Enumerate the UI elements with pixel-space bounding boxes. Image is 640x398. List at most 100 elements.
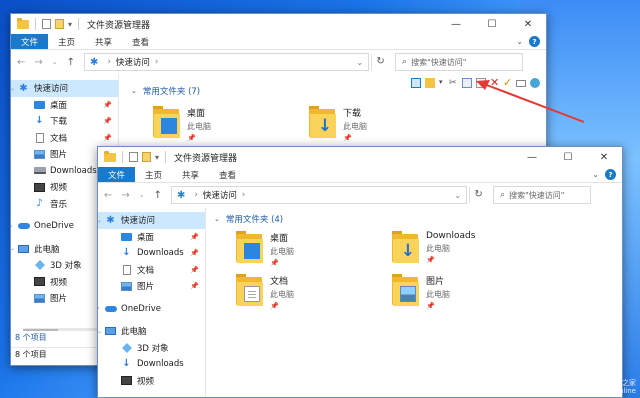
sidebar-item-desktop[interactable]: 桌面 📌 <box>11 97 118 114</box>
pc-icon <box>104 326 117 336</box>
address-bar-row: ← → ⌄ ↑ ✱ › 快速访问 › ⌄ ↻ ⌕ 搜索"快速访问" <box>98 183 622 207</box>
group-header[interactable]: ⌄ 常用文件夹 (4) <box>214 212 622 226</box>
chevron-down-icon[interactable]: ▾ <box>439 78 445 88</box>
chevron-down-icon[interactable]: ▾ <box>68 20 72 29</box>
folder-location: 此电脑 <box>187 122 211 131</box>
minimize-button[interactable]: — <box>514 147 550 167</box>
sidebar-item-desktop[interactable]: 桌面 📌 <box>98 229 205 246</box>
pin-icon[interactable]: 📌 <box>103 134 112 142</box>
tab-view[interactable]: 查看 <box>122 34 159 49</box>
paste-icon[interactable] <box>476 78 486 88</box>
pin-icon[interactable]: 📌 <box>190 249 199 257</box>
layout-icon[interactable] <box>411 78 421 88</box>
sidebar-item-downloads[interactable]: ↓ 下载 📌 <box>11 113 118 130</box>
expand-icon[interactable]: ⌄ <box>98 217 102 224</box>
folder-icon: ↓ <box>309 104 337 140</box>
expand-icon[interactable]: › <box>98 305 99 312</box>
new-folder-icon[interactable] <box>142 152 151 162</box>
forward-arrow-icon[interactable]: → <box>121 190 129 201</box>
forward-arrow-icon[interactable]: → <box>34 57 42 68</box>
maximize-button[interactable]: ☐ <box>550 147 586 167</box>
address-box[interactable]: ✱ › 快速访问 › ⌄ <box>84 53 370 71</box>
sidebar-item-3d-objects[interactable]: 3D 对象 <box>98 340 205 357</box>
maximize-button[interactable]: ☐ <box>474 14 510 34</box>
sidebar-item-label: 视频 <box>50 183 68 194</box>
sidebar-item-label: OneDrive <box>121 303 161 314</box>
pin-icon[interactable]: 📌 <box>190 233 199 241</box>
up-arrow-icon[interactable]: ↑ <box>154 190 162 201</box>
mail-icon[interactable] <box>516 79 526 87</box>
help-icon[interactable]: ? <box>605 169 616 180</box>
cloud-icon <box>104 304 117 314</box>
tab-share[interactable]: 共享 <box>172 167 209 182</box>
delete-icon[interactable]: ✕ <box>490 77 499 88</box>
back-arrow-icon[interactable]: ← <box>104 190 112 201</box>
chevron-down-icon[interactable]: ⌄ <box>139 191 145 199</box>
new-folder-icon[interactable] <box>55 19 64 29</box>
tab-file[interactable]: 文件 <box>98 167 136 182</box>
explorer-window-front: ▾ 文件资源管理器 — ☐ ✕ 文件 主页 共享 查看 ⌄ ? ← → ⌄ ↑ … <box>97 146 623 398</box>
folder-icon: ↓ <box>392 229 420 265</box>
sidebar-item-this-pc[interactable]: ⌄ 此电脑 <box>98 323 205 340</box>
properties-icon[interactable] <box>129 152 138 162</box>
document-icon <box>120 264 133 275</box>
tab-file[interactable]: 文件 <box>11 34 49 49</box>
tab-home[interactable]: 主页 <box>135 167 172 182</box>
folder-item-desktop[interactable]: 桌面 此电脑 📌 <box>236 229 294 267</box>
refresh-button[interactable]: ↻ <box>371 54 389 70</box>
pin-icon[interactable]: 📌 <box>103 101 112 109</box>
check-icon[interactable]: ✓ <box>503 77 512 88</box>
sidebar-item-quick-access[interactable]: ⌄ ✱ 快速访问 <box>98 212 205 229</box>
tab-share[interactable]: 共享 <box>85 34 122 49</box>
folder-item-downloads[interactable]: ↓ 下载 此电脑 📌 <box>309 104 367 142</box>
chevron-down-icon[interactable]: ⌄ <box>214 215 220 223</box>
sidebar-item-downloads[interactable]: ↓ Downloads 📌 <box>98 245 205 262</box>
tab-home[interactable]: 主页 <box>48 34 85 49</box>
chevron-down-icon[interactable]: ⌄ <box>454 191 461 200</box>
close-button[interactable]: ✕ <box>586 147 622 167</box>
sidebar-item-pictures[interactable]: 图片 📌 <box>98 278 205 295</box>
sidebar-item-documents[interactable]: 文档 📌 <box>98 262 205 279</box>
expand-icon[interactable]: ⌄ <box>11 85 15 92</box>
chevron-down-icon[interactable]: ▾ <box>155 153 159 162</box>
cut-icon[interactable]: ✂ <box>449 78 458 88</box>
address-box[interactable]: ✱ › 快速访问 › ⌄ <box>171 186 468 204</box>
search-input[interactable]: ⌕ 搜索"快速访问" <box>493 186 592 204</box>
properties-icon[interactable] <box>42 19 51 29</box>
chevron-down-icon[interactable]: ⌄ <box>131 87 137 95</box>
close-button[interactable]: ✕ <box>510 14 546 34</box>
globe-icon[interactable] <box>530 78 540 88</box>
pin-icon: 📌 <box>187 134 196 142</box>
folder-item-documents[interactable]: 文档 此电脑 📌 <box>236 272 294 310</box>
expand-icon[interactable]: ⌄ <box>11 245 15 252</box>
pin-icon[interactable]: 📌 <box>190 282 199 290</box>
refresh-button[interactable]: ↻ <box>469 187 487 203</box>
sidebar-item-downloads[interactable]: ↓ Downloads <box>98 356 205 373</box>
sidebar-item-quick-access[interactable]: ⌄ ✱ 快速访问 <box>11 80 118 97</box>
sidebar-item-videos[interactable]: 视频 <box>98 373 205 390</box>
folder-item-downloads[interactable]: ↓ Downloads 此电脑 📌 <box>392 229 475 265</box>
new-folder-icon[interactable] <box>425 78 435 88</box>
chevron-down-icon[interactable]: ⌄ <box>356 58 363 67</box>
folder-item-pictures[interactable]: 图片 此电脑 📌 <box>392 272 450 310</box>
pin-icon[interactable]: 📌 <box>190 266 199 274</box>
copy-icon[interactable] <box>462 78 472 88</box>
desktop-icon <box>120 232 133 242</box>
chevron-down-icon[interactable]: ⌄ <box>516 37 523 46</box>
minimize-button[interactable]: — <box>438 14 474 34</box>
up-arrow-icon[interactable]: ↑ <box>67 57 75 68</box>
tab-view[interactable]: 查看 <box>209 167 246 182</box>
ribbon-tabs: 文件 主页 共享 查看 ⌄ ? <box>11 34 546 50</box>
folder-item-desktop[interactable]: 桌面 此电脑 📌 <box>153 104 211 142</box>
expand-icon[interactable]: ⌄ <box>98 328 102 335</box>
back-arrow-icon[interactable]: ← <box>17 57 25 68</box>
search-input[interactable]: ⌕ 搜索"快速访问" <box>395 53 524 71</box>
pin-icon[interactable]: 📌 <box>103 117 112 125</box>
sidebar-item-documents[interactable]: 文档 📌 <box>11 130 118 147</box>
sidebar-item-onedrive[interactable]: › OneDrive <box>98 301 205 318</box>
chevron-down-icon[interactable]: ⌄ <box>592 170 599 179</box>
help-icon[interactable]: ? <box>529 36 540 47</box>
search-icon: ⌕ <box>402 57 408 67</box>
expand-icon[interactable]: › <box>11 223 12 230</box>
chevron-down-icon[interactable]: ⌄ <box>52 58 58 66</box>
